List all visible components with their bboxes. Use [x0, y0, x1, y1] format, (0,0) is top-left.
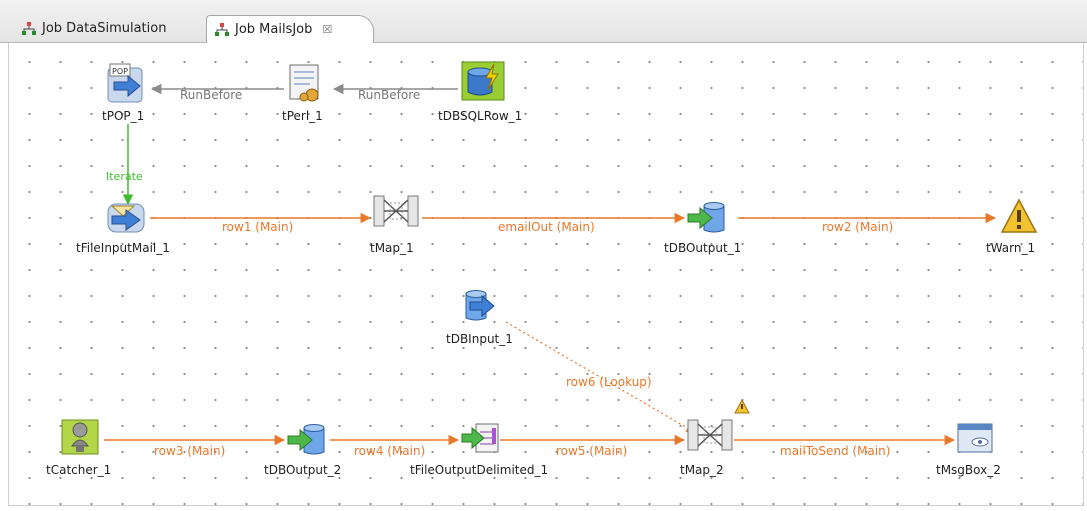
component-label: tFileOutputDelimited_1: [410, 463, 548, 477]
component-label: tDBOutput_1: [664, 241, 741, 255]
connection-runbefore-2[interactable]: RunBefore: [150, 83, 284, 102]
connection-mailtosend[interactable]: mailToSend (Main): [734, 434, 956, 458]
connection-row1[interactable]: row1 (Main): [150, 212, 372, 234]
connection-emailout[interactable]: emailOut (Main): [422, 212, 686, 234]
catcher-icon: [61, 419, 99, 455]
component-tdbsqlrow-1[interactable]: tDBSQLRow_1: [438, 61, 522, 123]
connection-label: emailOut (Main): [498, 220, 595, 234]
warning-badge-icon: [734, 398, 750, 414]
connection-row2[interactable]: row2 (Main): [738, 212, 997, 234]
component-tmap-1[interactable]: tMap_1: [370, 195, 419, 255]
connection-row5[interactable]: row5 (Main): [500, 434, 686, 458]
component-label: tCatcher_1: [46, 463, 111, 477]
connection-label: mailToSend (Main): [780, 444, 890, 458]
component-label: tDBOutput_2: [264, 463, 341, 477]
component-label: tMsgBox_2: [936, 463, 1001, 477]
component-tpop-1[interactable]: POP tPOP_1: [102, 63, 144, 123]
component-label: tDBInput_1: [446, 332, 513, 346]
connection-label: RunBefore: [358, 88, 420, 102]
connection-label: row6 (Lookup): [566, 375, 652, 389]
warning-icon: [1000, 198, 1038, 233]
job-diagram: RunBefore RunBefore Iterate row1 (Main) …: [46, 61, 1038, 478]
component-tperl-1[interactable]: tPerl_1: [282, 64, 323, 123]
component-tdboutput-1[interactable]: tDBOutput_1: [664, 202, 741, 256]
component-tdboutput-2[interactable]: tDBOutput_2: [264, 424, 341, 478]
component-label: tPOP_1: [102, 109, 144, 123]
component-label: tFileInputMail_1: [76, 241, 170, 255]
map-icon: [687, 419, 733, 451]
connection-label: row5 (Main): [556, 444, 627, 458]
perl-script-icon: [289, 64, 319, 102]
connection-runbefore-1[interactable]: RunBefore: [332, 83, 458, 102]
component-tfileoutputdelimited-1[interactable]: tFileOutputDelimited_1: [410, 423, 548, 477]
connection-row4[interactable]: row4 (Main): [330, 434, 460, 458]
connection-label: row4 (Main): [354, 444, 425, 458]
connection-label: row2 (Main): [822, 220, 893, 234]
component-label: tDBSQLRow_1: [438, 109, 522, 123]
component-tdbinput-1[interactable]: tDBInput_1: [446, 290, 513, 347]
file-input-mail-icon: [107, 203, 145, 233]
connection-lookup[interactable]: row6 (Lookup): [505, 321, 695, 433]
db-input-icon: [465, 290, 495, 321]
component-label: tPerl_1: [282, 109, 323, 123]
component-tcatcher-1[interactable]: tCatcher_1: [46, 419, 111, 477]
component-tmap-2[interactable]: tMap_2: [680, 398, 750, 477]
component-label: tMap_2: [680, 463, 724, 477]
db-output-icon: [687, 202, 725, 233]
svg-text:POP: POP: [112, 67, 128, 76]
component-label: tWarn_1: [986, 241, 1035, 255]
connection-row3[interactable]: row3 (Main): [104, 434, 286, 458]
component-label: tMap_1: [370, 241, 414, 255]
job-designer-window: Job DataSimulation Job MailsJob ☒ RunBef…: [0, 0, 1087, 511]
component-tmsgbox-2[interactable]: tMsgBox_2: [936, 423, 1001, 477]
connection-label: RunBefore: [180, 88, 242, 102]
connection-iterate[interactable]: Iterate: [106, 124, 143, 206]
component-tfileinputmail-1[interactable]: tFileInputMail_1: [76, 203, 170, 255]
connection-label: row3 (Main): [154, 444, 225, 458]
map-icon: [373, 195, 419, 227]
pop-mail-icon: POP: [107, 63, 143, 103]
db-sql-row-icon: [461, 61, 505, 101]
component-twarn-1[interactable]: tWarn_1: [986, 198, 1038, 255]
db-output-icon: [287, 424, 325, 455]
file-output-delimited-icon: [461, 423, 499, 453]
connection-label: row1 (Main): [222, 220, 293, 234]
message-box-icon: [957, 423, 993, 453]
connection-label: Iterate: [106, 170, 143, 183]
